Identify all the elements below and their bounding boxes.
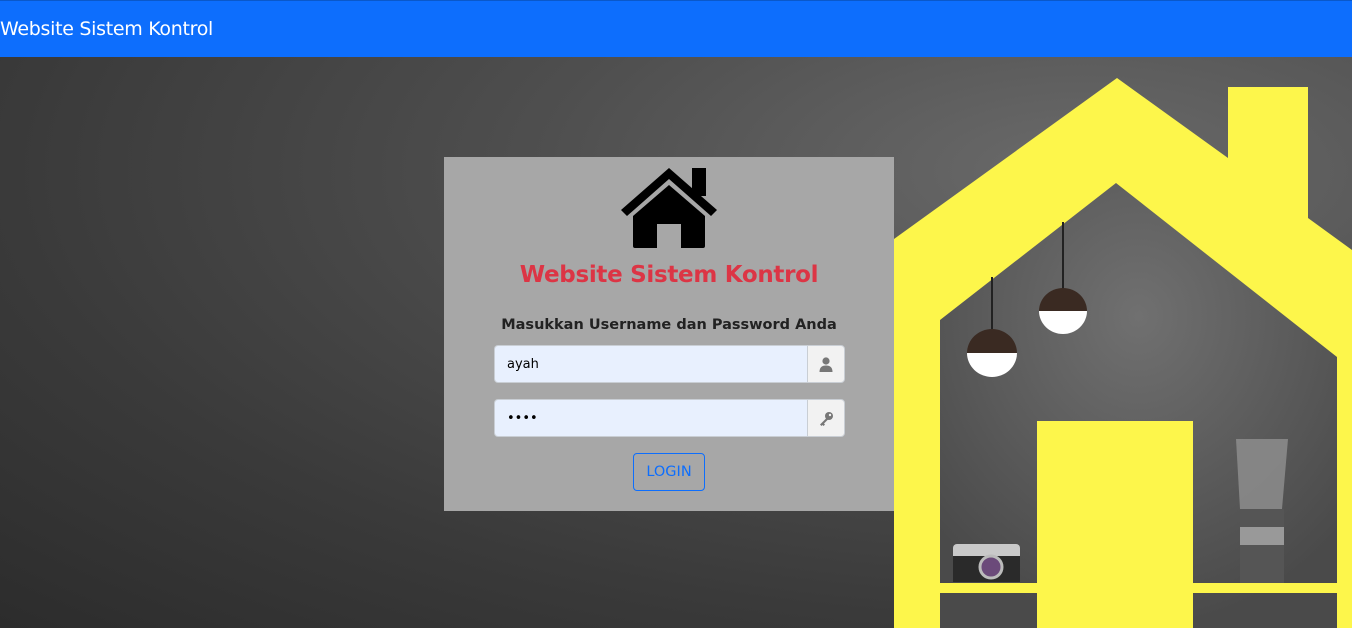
password-group	[494, 399, 845, 437]
username-group	[494, 345, 845, 383]
login-button[interactable]: LOGIN	[633, 453, 705, 491]
login-title: Website Sistem Kontrol	[519, 262, 819, 288]
navbar-brand[interactable]: Website Sistem Kontrol	[0, 18, 213, 40]
user-icon	[807, 345, 845, 383]
password-input[interactable]	[494, 399, 807, 437]
login-subtitle: Masukkan Username dan Password Anda	[501, 317, 837, 333]
navbar: Website Sistem Kontrol	[0, 0, 1352, 57]
key-icon	[807, 399, 845, 437]
username-input[interactable]	[494, 345, 807, 383]
login-card: Website Sistem Kontrol Masukkan Username…	[444, 157, 894, 511]
house-icon	[621, 168, 717, 248]
